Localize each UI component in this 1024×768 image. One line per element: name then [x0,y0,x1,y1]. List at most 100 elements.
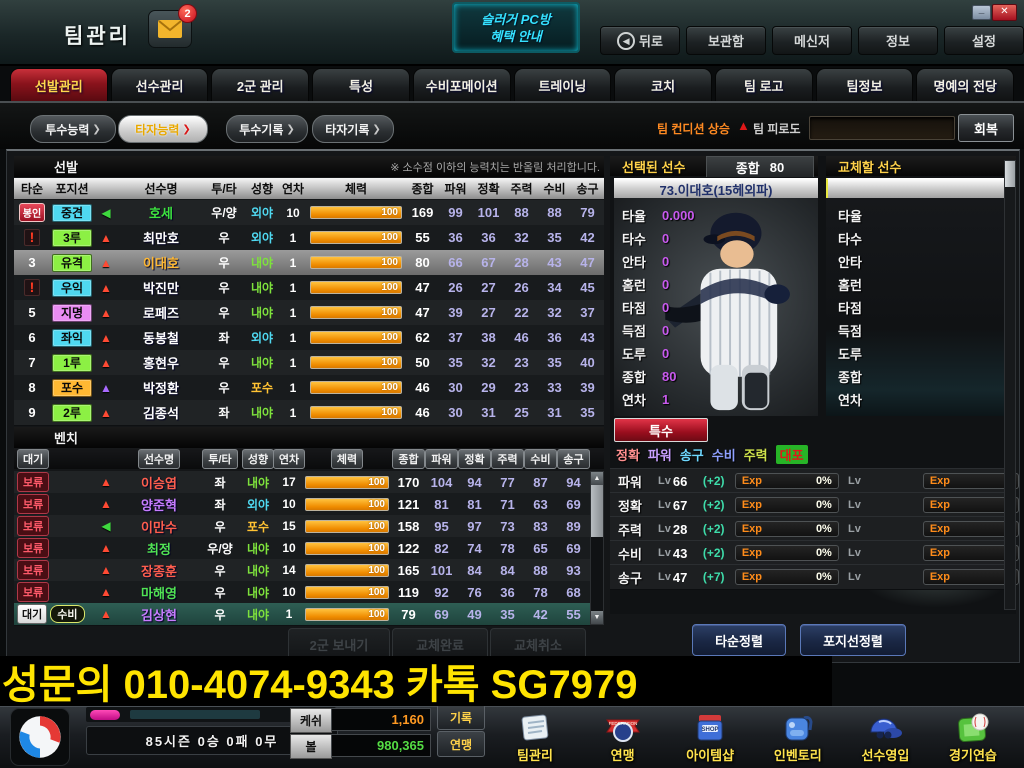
bench-sort-button[interactable]: 정확 [458,448,491,469]
stat-label: 연차 [622,393,646,408]
bench-scrollbar[interactable]: ▲ ▼ [590,471,604,625]
starter-section-header: 선발 ※ 소수점 이하의 능력치는 반올림 처리합니다. [14,156,604,177]
subtab-1[interactable]: 타자능력 ❯ [118,115,208,143]
special-button[interactable]: 특수 [614,418,708,442]
level-stat-label: 송구 [618,570,642,586]
starter-row[interactable]: 봉인 중견 ◀ 호세 우/양 외야 10 100 169 99 101 88 88 79 [14,200,604,226]
hud-tab-record[interactable]: 기록 [437,704,485,730]
tab-0[interactable]: 선발관리 [10,68,108,101]
position-badge: 좌익 [52,328,92,347]
tab-8[interactable]: 팀정보 [815,68,914,101]
starter-row[interactable]: ! 3루 ▲ 최만호 우 외야 1 100 55 36 36 32 35 42 [14,225,604,251]
exp-label: Exp [741,523,763,535]
nav-button-2[interactable]: 메신저 [772,26,852,55]
bench-row[interactable]: 보류 ◀ 이만수 우 포수 15 100 158 95 97 73 83 89 [14,515,590,538]
starter-row[interactable]: 9 2루 ▲ 김종석 좌 내야 1 100 46 30 31 25 31 35 [14,400,604,426]
tab-6[interactable]: 코치 [614,68,712,101]
starter-row[interactable]: 3 유격 ▲ 이대호 우 내야 1 100 80 66 67 28 43 47 [14,250,604,276]
menu-item-practice[interactable]: 경기연습 [932,708,1014,766]
subtab-3[interactable]: 타자기록 ❯ [312,115,394,143]
status-cell: 보류 [14,472,94,492]
bench-row[interactable]: 보류 ▲ 이승엽 좌 내야 17 100 170 104 94 77 87 94 [14,471,590,494]
subtab-2[interactable]: 투수기록 ❯ [226,115,308,143]
stat-value: 101 [430,562,453,578]
bench-sort-button[interactable]: 파워 [425,448,458,469]
hud-tab-federation[interactable]: 연맹 [437,731,485,757]
order-number: 8 [28,380,36,395]
bench-sort-button[interactable]: 수비 [524,448,557,469]
position-cell: 2루 [50,403,94,422]
tab-3[interactable]: 특성 [312,68,410,101]
nav-button-4[interactable]: 설정 [944,26,1024,55]
level-stat-label: 수비 [618,546,642,562]
menu-item-recruit[interactable]: 선수영입 [844,708,926,766]
stat-value: 78 [533,584,548,600]
bench-row[interactable]: 보류 ▲ 최정 우/양 내야 10 100 122 82 74 78 65 69 [14,537,590,560]
nav-button-0[interactable]: ◀ 뒤로 [600,26,680,55]
replace-stat-list: 타율 타수 안타 홈런 타점 득점 도루 종합 연차 [838,204,878,411]
starter-row[interactable]: 5 지명 ▲ 로페즈 우 내야 1 100 47 39 27 22 32 37 [14,300,604,326]
bench-sort-button[interactable]: 주력 [491,448,524,469]
recover-button[interactable]: 회복 [958,114,1014,142]
starter-row[interactable]: 6 좌익 ▲ 동봉철 좌 외야 1 100 62 37 38 46 36 43 [14,325,604,351]
sort-position-button[interactable]: 포지선정렬 [800,624,906,656]
menu-item-inventory[interactable]: 인벤토리 [757,708,839,766]
bench-row[interactable]: 보류 ▲ 장종훈 우 내야 14 100 165 101 84 84 88 93 [14,559,590,582]
stat-value: 82 [434,540,449,556]
tab-4[interactable]: 수비포메이션 [412,68,511,101]
bench-sort-button[interactable]: 성향 [241,448,275,469]
stat-label: 종합 [838,370,862,385]
pcbang-banner-button[interactable]: 슬러거 PC방 혜택 안내 [452,2,580,53]
nav-button-3[interactable]: 정보 [858,26,938,55]
stat-value: 40 [580,355,595,370]
scroll-thumb[interactable] [591,485,603,537]
bench-sort-button[interactable]: 투/타 [202,448,238,469]
nav-button-1[interactable]: 보관함 [686,26,766,55]
bench-sort-button[interactable]: 체력 [330,448,364,469]
bench-sort-button[interactable]: 연차 [272,448,306,469]
bench-row[interactable]: 보류 ▲ 마해영 우 내야 10 100 119 92 76 36 78 68 [14,581,590,604]
menu-item-item-shop[interactable]: SHOP 아이템샵 [669,708,751,766]
bench-header-cell: 송구 [557,448,590,469]
federation-icon: FEDERATION [605,708,641,744]
tab-2[interactable]: 2군 관리 [211,68,310,101]
team-fatigue-label: 팀 피로도 [753,122,801,136]
bench-sort-button[interactable]: 대기 [17,448,50,469]
tab-7[interactable]: 팀 로고 [714,68,813,101]
starter-row[interactable]: 7 1루 ▲ 홍현우 우 내야 1 100 50 35 32 23 35 40 [14,350,604,376]
compare-scroll-thumb[interactable] [1005,161,1015,187]
app-window: 팀관리 2 슬러거 PC방 혜택 안내 _ ✕ ◀ 뒤로 보관함 메신저 정보 설정 선발… [0,0,1024,768]
trend-cell: ▲ [94,331,118,345]
bench-sort-button[interactable]: 송구 [557,448,590,469]
hand-cell: 우 [218,381,230,395]
stat-value: 121 [397,496,420,512]
starter-column-headers: 타순 포지션 선수명 투/타 성향 연차 체력 종합 파워 정확 주력 수비 송구 [14,178,604,199]
stat-value: 43 [547,255,562,270]
stat-row: 홈런 [838,273,878,296]
bench-sort-button[interactable]: 종합 [392,448,425,469]
bench-header-cell: 종합 [392,448,425,469]
starter-row[interactable]: 8 포수 ▲ 박정환 우 포수 1 100 46 30 29 23 33 39 [14,375,604,401]
close-button[interactable]: ✕ [992,4,1017,21]
bench-row[interactable]: 보류 ▲ 양준혁 좌 외야 10 100 121 81 81 71 63 69 [14,493,590,516]
menu-item-team-manage[interactable]: 팀관리 [494,708,576,766]
scroll-up-button[interactable]: ▲ [591,472,603,485]
sort-order-button[interactable]: 타순정렬 [692,624,786,656]
starter-row[interactable]: ! 우익 ▲ 박진만 우 내야 1 100 47 26 27 26 34 45 [14,275,604,301]
aptitude-cell: 내야 [250,356,274,370]
bench-row[interactable]: 대기 수비 ▲ 김상현 우 내야 1 100 79 69 49 35 42 55 [14,603,590,626]
minimize-button[interactable]: _ [972,5,991,20]
exp-label: Exp [929,571,951,583]
tab-1[interactable]: 선수관리 [110,68,209,101]
stat-value: 39 [448,305,463,320]
inventory-icon [782,708,814,744]
bench-sort-button[interactable]: 선수명 [137,448,181,469]
tab-5[interactable]: 트레이닝 [513,68,612,101]
compare-scrollbar[interactable] [1004,160,1016,610]
lv-label: Lv [848,523,861,535]
subtab-0[interactable]: 투수능력 ❯ [30,115,116,143]
scroll-down-button[interactable]: ▼ [591,611,603,624]
menu-item-federation[interactable]: FEDERATION 연맹 [582,708,664,766]
tab-9[interactable]: 명예의 전당 [916,68,1015,101]
team-condition-text: 팀 컨디션 상승 [657,122,730,136]
